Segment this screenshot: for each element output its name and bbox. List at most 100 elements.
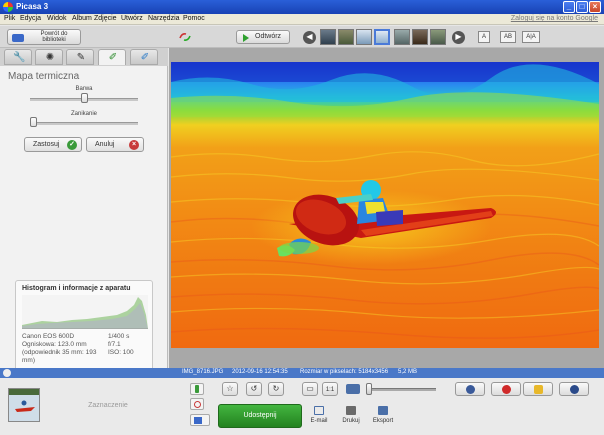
add-to-album-button[interactable] — [190, 414, 210, 426]
next-photo-button[interactable]: ▶ — [452, 31, 465, 44]
filmstrip-thumb-selected[interactable] — [374, 29, 390, 45]
top-toolbar: Powrót do biblioteki Odtwórz ◀ ▶ A AB A|… — [0, 26, 604, 48]
close-button[interactable]: × — [589, 1, 601, 13]
menu-photo[interactable]: Zdjęcie — [94, 15, 117, 22]
fade-slider-label: Zanikanie — [70, 111, 97, 117]
exif-focal-length: Ogniskowa: 123.0 mm — [22, 341, 87, 348]
album-icon — [194, 417, 202, 424]
play-icon — [243, 34, 249, 42]
back-to-library-label: Powrót do biblioteki — [40, 31, 68, 43]
fit-view-button[interactable]: ▭ — [302, 382, 318, 396]
minimize-button[interactable]: _ — [563, 1, 575, 13]
rotate-left-icon: ↺ — [250, 384, 258, 393]
back-arrow-icon — [12, 34, 24, 42]
tab-effects[interactable]: ✎ — [66, 49, 94, 65]
share-button[interactable]: Udostępnij — [218, 404, 302, 428]
apply-label: Zastosuj — [33, 141, 60, 148]
tray-selected-thumbnail[interactable] — [8, 388, 40, 422]
map-pin-icon — [502, 385, 511, 394]
exif-camera-info: Canon EOS 600D Ogniskowa: 123.0 mm (odpo… — [22, 333, 96, 365]
back-to-library-button[interactable]: Powrót do biblioteki — [7, 29, 81, 45]
view-single-button[interactable]: A — [478, 31, 490, 43]
print-button[interactable]: Drukuj — [336, 406, 366, 424]
people-button[interactable] — [455, 382, 485, 396]
zoom-slider[interactable] — [368, 388, 436, 391]
histogram-title: Histogram i informacje z aparatu — [22, 285, 131, 292]
menu-create[interactable]: Utwórz — [121, 15, 143, 22]
person-icon — [466, 385, 475, 394]
places-button[interactable] — [491, 382, 521, 396]
tags-button[interactable] — [523, 382, 553, 396]
email-label: E-mail — [310, 418, 328, 424]
tab-tuning[interactable]: ✺ — [35, 49, 63, 65]
filmstrip-thumb-6[interactable] — [412, 29, 428, 45]
wrench-icon: 🔧 — [13, 52, 26, 63]
histogram-graph — [22, 295, 148, 329]
cancel-button[interactable]: Anuluj × — [86, 137, 144, 152]
zoom-slider-thumb[interactable] — [366, 383, 372, 395]
rotate-left-button[interactable]: ↺ — [246, 382, 262, 396]
fade-slider-thumb[interactable] — [30, 117, 37, 127]
clear-selection-button[interactable] — [190, 398, 204, 410]
info-icon[interactable] — [3, 369, 11, 377]
menu-file[interactable]: Plik — [4, 15, 15, 22]
tab-more-effects[interactable]: ✐ — [98, 49, 126, 65]
rotate-right-button[interactable]: ↻ — [268, 382, 284, 396]
maximize-button[interactable]: □ — [576, 1, 588, 13]
exif-35mm-unit: mm) — [22, 357, 35, 364]
exif-aperture: f/7.1 — [108, 341, 121, 348]
filmstrip-thumb-1[interactable] — [320, 29, 336, 45]
hue-slider-thumb[interactable] — [80, 93, 88, 103]
view-compare-button[interactable]: AB — [500, 31, 516, 43]
star-button[interactable]: ☆ — [222, 382, 238, 396]
edit-tool-tabs: 🔧 ✺ ✎ ✐ ✐ — [0, 48, 168, 66]
export-button[interactable]: Eksport — [368, 406, 398, 424]
play-slideshow-button[interactable]: Odtwórz — [236, 30, 290, 44]
exif-exposure-info: 1/400 s f/7.1 ISO: 100 — [108, 333, 134, 357]
status-bar: IMG_8716.JPG 2012-09-16 12:54:35 Rozmiar… — [0, 368, 604, 378]
status-pixels: Rozmiar w pikselach: 5184x3456 — [300, 369, 389, 375]
tab-basic-fixes[interactable]: 🔧 — [4, 49, 32, 65]
hue-slider-label: Barwa — [75, 86, 93, 92]
exif-shutter-speed: 1/400 s — [108, 333, 130, 340]
email-button[interactable]: E-mail — [304, 406, 334, 424]
picasa-logo-icon — [3, 2, 13, 12]
edit-panel: 🔧 ✺ ✎ ✐ ✐ Mapa termiczna Barwa Zanikanie… — [0, 48, 168, 408]
cancel-x-icon: × — [129, 140, 139, 150]
status-filesize: 5,2 MB — [398, 369, 418, 375]
sun-icon: ✺ — [45, 52, 55, 63]
paint-brush-icon: ✐ — [108, 52, 118, 63]
checkmark-icon: ✓ — [67, 140, 77, 150]
menu-album[interactable]: Album — [72, 15, 92, 22]
status-filename: IMG_8716.JPG — [182, 369, 224, 375]
menu-help[interactable]: Pomoc — [183, 15, 205, 22]
cancel-label: Anuluj — [95, 141, 115, 148]
title-bar: Picasa 3 _ □ × — [0, 0, 604, 14]
apply-button[interactable]: Zastosuj ✓ — [24, 137, 82, 152]
clear-icon — [194, 401, 201, 408]
filmstrip-thumb-5[interactable] — [394, 29, 410, 45]
info-circle-icon — [570, 385, 579, 394]
hold-selection-button[interactable] — [190, 383, 204, 395]
menu-edit[interactable]: Edycja — [20, 15, 41, 22]
view-side-by-side-button[interactable]: A|A — [522, 31, 540, 43]
tag-icon — [534, 385, 543, 394]
filmstrip-thumb-2[interactable] — [338, 29, 354, 45]
actual-size-button[interactable]: 1:1 — [322, 382, 338, 396]
fade-slider[interactable] — [30, 122, 138, 125]
fit-icon: ▭ — [306, 384, 314, 393]
play-slideshow-label: Odtwórz — [255, 33, 282, 40]
tab-extra-effects[interactable]: ✐ — [130, 49, 158, 65]
previous-photo-button[interactable]: ◀ — [303, 31, 316, 44]
filmstrip-thumb-7[interactable] — [430, 29, 446, 45]
properties-button[interactable] — [559, 382, 589, 396]
menu-view[interactable]: Widok — [47, 15, 66, 22]
tray-thumbnail-image — [9, 389, 39, 421]
menu-tools[interactable]: Narzędzia — [148, 15, 180, 22]
sync-icon[interactable] — [178, 32, 192, 42]
rotate-right-icon: ↻ — [272, 384, 280, 393]
heatmap-photo[interactable] — [171, 62, 599, 348]
filmstrip-thumb-3[interactable] — [356, 29, 372, 45]
export-label: Eksport — [372, 418, 394, 424]
google-signin-link[interactable]: Zaloguj się na konto Google — [511, 15, 598, 22]
